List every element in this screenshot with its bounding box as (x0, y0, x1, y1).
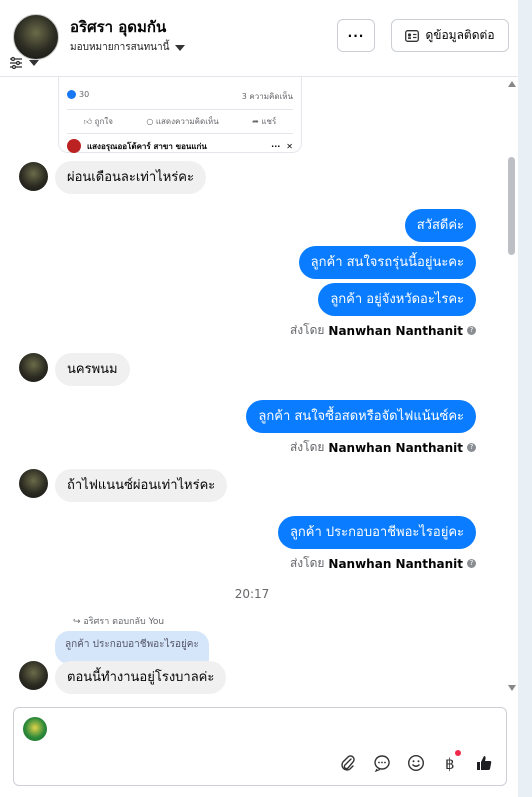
post-like-action[interactable]: 👍︎ ถูกใจ (84, 115, 113, 128)
page-logo (67, 139, 81, 153)
message-scrollbar[interactable] (505, 77, 518, 700)
sent-by-label: ส่งโดย Nanwhan Nanthanit? (290, 321, 476, 340)
more-options-button[interactable]: ··· (337, 19, 375, 52)
assign-label: มอบหมายการสนทนานี้ (70, 42, 170, 53)
chevron-down-icon (29, 60, 39, 66)
scroll-up-arrow-icon[interactable] (508, 81, 516, 87)
message-composer[interactable]: ฿ (13, 707, 507, 786)
page-profile-icon (23, 717, 47, 741)
scrollbar-thumb[interactable] (508, 157, 515, 255)
incoming-message[interactable]: นครพนม (55, 353, 130, 386)
message-list[interactable]: 30 3 ความคิดเห็น 👍︎ ถูกใจ ○ แสดงความคิดเ… (0, 77, 504, 700)
comment-icon: ○ (146, 117, 156, 126)
attach-icon[interactable] (338, 753, 358, 773)
sender-name[interactable]: Nanwhan Nanthanit (328, 324, 463, 338)
composer-toolbar: ฿ (338, 750, 494, 773)
outgoing-message[interactable]: ลูกค้า สนใจรถรุ่นนี้อยู่นะคะ (298, 246, 476, 279)
shared-post-preview[interactable]: 30 3 ความคิดเห็น 👍︎ ถูกใจ ○ แสดงความคิดเ… (58, 77, 302, 153)
sender-name[interactable]: Nanwhan Nanthanit (328, 557, 463, 571)
sender-name[interactable]: Nanwhan Nanthanit (328, 441, 463, 455)
view-contact-button[interactable]: ดูข้อมูลติดต่อ (391, 19, 509, 52)
post-share-action[interactable]: ➦ แชร์ (252, 115, 276, 128)
incoming-message[interactable]: ผ่อนเดือนละเท่าไหร่คะ (55, 161, 206, 194)
contact-avatar (19, 469, 48, 498)
share-icon: ➦ (252, 117, 262, 126)
reply-arrow-icon: ↪ (73, 617, 84, 627)
chat-bubble-icon[interactable] (372, 753, 392, 773)
thumbs-up-icon[interactable] (474, 753, 494, 773)
contact-name[interactable]: อริศรา อุดมกัน (70, 15, 166, 39)
currency-icon[interactable]: ฿ (440, 750, 461, 773)
post-comment-action[interactable]: ○ แสดงความคิดเห็น (146, 115, 218, 128)
notification-dot (455, 750, 461, 756)
emoji-icon[interactable] (406, 753, 426, 773)
like-reaction-icon (67, 90, 76, 99)
outgoing-message[interactable]: ลูกค้า สนใจซื้อสดหรือจัดไฟแน้นซ์คะ (246, 400, 476, 433)
contact-avatar (19, 162, 48, 191)
incoming-message[interactable]: ถ้าไฟแนนซ์ผ่อนเท่าไหร่คะ (55, 469, 228, 502)
info-icon[interactable]: ? (467, 443, 476, 452)
post-like-count: 30 (67, 90, 89, 103)
svg-text:฿: ฿ (445, 755, 455, 772)
chat-panel: อริศรา อุดมกัน มอบหมายการสนทนานี้ ··· ดู… (0, 0, 518, 797)
incoming-message[interactable]: ตอนนี้ทำงานอยู่โรงบาลค่ะ (55, 661, 227, 694)
conversation-header: อริศรา อุดมกัน มอบหมายการสนทนานี้ ··· ดู… (0, 0, 518, 77)
filter-toggle[interactable] (9, 55, 43, 71)
outgoing-message[interactable]: ลูกค้า อยู่จังหวัดอะไรคะ (318, 283, 476, 316)
view-contact-label: ดูข้อมูลติดต่อ (425, 28, 495, 42)
sliders-icon (10, 56, 22, 70)
message-timestamp: 20:17 (234, 587, 270, 601)
post-close-button[interactable]: ✕ (286, 142, 293, 151)
assign-conversation-dropdown[interactable]: มอบหมายการสนทนานี้ (70, 40, 186, 55)
contact-avatar (19, 353, 48, 382)
reply-header: ↪ อริศรา ตอบกลับ You (73, 617, 165, 627)
outgoing-message[interactable]: ลูกค้า ประกอบอาชีพอะไรอยู่คะ (277, 516, 476, 549)
post-page-name[interactable]: แสงอรุณออโต้คาร์ สาขา ขอนแก่น (87, 140, 207, 153)
contact-avatar[interactable] (13, 14, 59, 60)
scroll-down-arrow-icon[interactable] (508, 685, 516, 691)
sent-by-label: ส่งโดย Nanwhan Nanthanit? (290, 438, 476, 457)
contact-avatar (19, 661, 48, 690)
outgoing-message[interactable]: สวัสดีค่ะ (404, 209, 476, 242)
sent-by-label: ส่งโดย Nanwhan Nanthanit? (290, 554, 476, 573)
chevron-down-icon (175, 44, 186, 51)
info-icon[interactable]: ? (467, 559, 476, 568)
thumbs-up-icon: 👍︎ (83, 117, 95, 126)
info-icon[interactable]: ? (467, 326, 476, 335)
post-more-button[interactable]: ··· (271, 142, 280, 151)
post-comment-count: 3 ความคิดเห็น (241, 92, 293, 101)
contact-card-icon (405, 29, 420, 42)
quoted-message[interactable]: ลูกค้า ประกอบอาชีพอะไรอยู่คะ (55, 631, 209, 664)
